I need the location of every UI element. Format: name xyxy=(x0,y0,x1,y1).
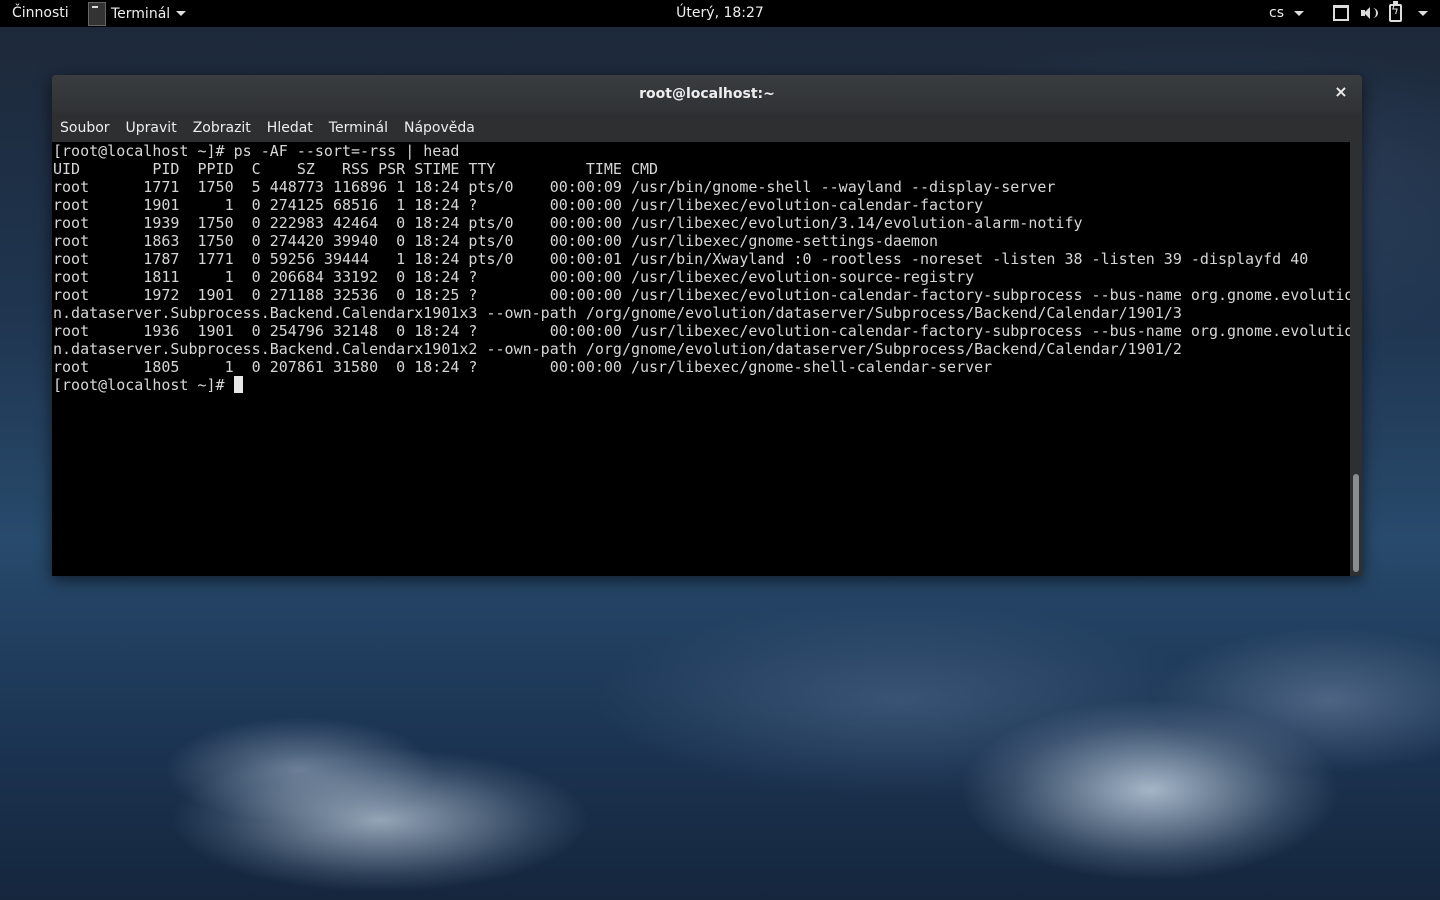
system-status-menu[interactable] xyxy=(1333,1,1428,22)
close-icon[interactable]: × xyxy=(1333,83,1349,101)
terminal-line: root 1972 1901 0 271188 32536 0 18:25 ? … xyxy=(53,286,1350,304)
window-title: root@localhost:~ xyxy=(639,86,775,102)
terminal-line: root 1901 1 0 274125 68516 1 18:24 ? 00:… xyxy=(53,196,984,214)
chevron-down-icon xyxy=(1418,10,1428,16)
menu-upravit[interactable]: Upravit xyxy=(118,120,185,136)
menu-zobrazit[interactable]: Zobrazit xyxy=(185,120,259,136)
terminal-output[interactable]: [root@localhost ~]# ps -AF --sort=-rss |… xyxy=(52,142,1350,576)
app-menu-label: Terminál xyxy=(111,5,171,22)
terminal-prompt: [root@localhost ~]# xyxy=(53,376,234,394)
terminal-line: n.dataserver.Subprocess.Backend.Calendar… xyxy=(53,304,1182,322)
terminal-app-icon xyxy=(88,1,106,26)
menu-soubor[interactable]: Soubor xyxy=(52,120,118,136)
menu-napoveda[interactable]: Nápověda xyxy=(396,120,483,136)
clock-button[interactable]: Úterý, 18:27 xyxy=(676,5,764,21)
terminal-line: [root@localhost ~]# ps -AF --sort=-rss |… xyxy=(53,142,460,160)
terminal-line: root 1863 1750 0 274420 39940 0 18:24 pt… xyxy=(53,232,939,250)
menu-hledat[interactable]: Hledat xyxy=(259,120,321,136)
terminal-line: root 1936 1901 0 254796 32148 0 18:24 ? … xyxy=(53,322,1350,340)
language-selector[interactable]: cs xyxy=(1269,5,1305,21)
terminal-line: n.dataserver.Subprocess.Backend.Calendar… xyxy=(53,340,1182,358)
app-menu[interactable]: Terminál xyxy=(88,0,187,27)
terminal-scrollbar[interactable] xyxy=(1350,142,1362,576)
menu-terminal[interactable]: Terminál xyxy=(321,120,396,136)
volume-icon xyxy=(1361,6,1378,20)
clock-container: Úterý, 18:27 xyxy=(0,5,1440,21)
window-titlebar[interactable]: root@localhost:~ × xyxy=(52,75,1362,113)
chevron-down-icon xyxy=(1294,10,1305,16)
window-icon xyxy=(1333,5,1349,21)
terminal-window: root@localhost:~ × Soubor Upravit Zobraz… xyxy=(52,75,1362,576)
chevron-down-icon xyxy=(176,11,187,16)
top-bar: Činnosti Terminál Úterý, 18:27 cs xyxy=(0,0,1440,27)
terminal-line: root 1805 1 0 207861 31580 0 18:24 ? 00:… xyxy=(53,358,993,376)
terminal-line: root 1787 1771 0 59256 39444 1 18:24 pts… xyxy=(53,250,1309,268)
menu-bar: Soubor Upravit Zobrazit Hledat Terminál … xyxy=(52,113,1362,142)
scrollbar-thumb[interactable] xyxy=(1353,474,1359,572)
terminal-prompt-line[interactable]: [root@localhost ~]# xyxy=(52,376,1350,394)
terminal-line: root 1811 1 0 206684 33192 0 18:24 ? 00:… xyxy=(53,268,975,286)
activities-button[interactable]: Činnosti xyxy=(12,5,69,21)
terminal-line: root 1939 1750 0 222983 42464 0 18:24 pt… xyxy=(53,214,1083,232)
battery-icon xyxy=(1389,1,1402,22)
text-cursor xyxy=(233,376,243,393)
terminal-line: root 1771 1750 5 448773 116896 1 18:24 p… xyxy=(53,178,1056,196)
terminal-line: UID PID PPID C SZ RSS PSR STIME TTY TIME… xyxy=(53,160,659,178)
language-label: cs xyxy=(1269,5,1284,21)
